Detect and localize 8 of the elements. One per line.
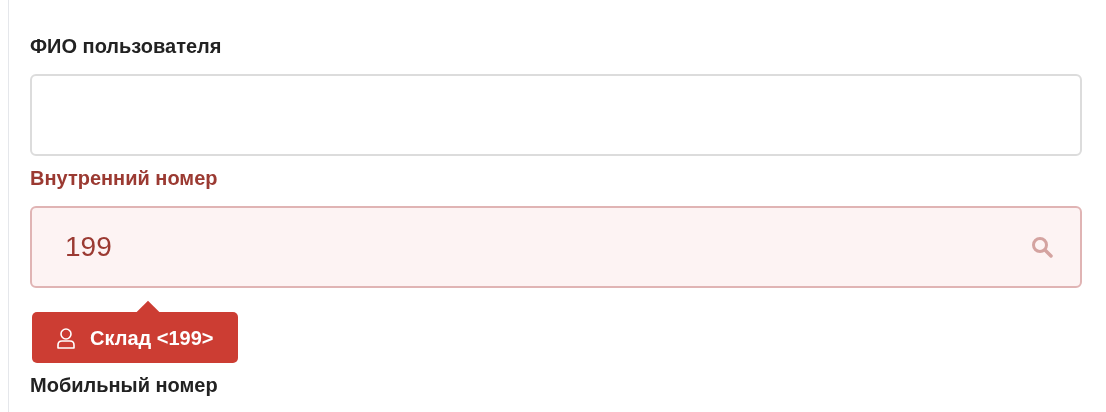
search-icon[interactable] bbox=[1030, 235, 1054, 259]
field-label: ФИО пользователя bbox=[30, 34, 223, 59]
user-icon bbox=[56, 326, 76, 349]
tooltip-text: Склад <199> bbox=[90, 325, 214, 351]
input-field[interactable] bbox=[30, 74, 1082, 156]
field-label: Внутренний номер bbox=[30, 166, 219, 191]
field-label: Мобильный номер bbox=[30, 373, 219, 398]
input-field[interactable]: 199 bbox=[30, 206, 1082, 288]
